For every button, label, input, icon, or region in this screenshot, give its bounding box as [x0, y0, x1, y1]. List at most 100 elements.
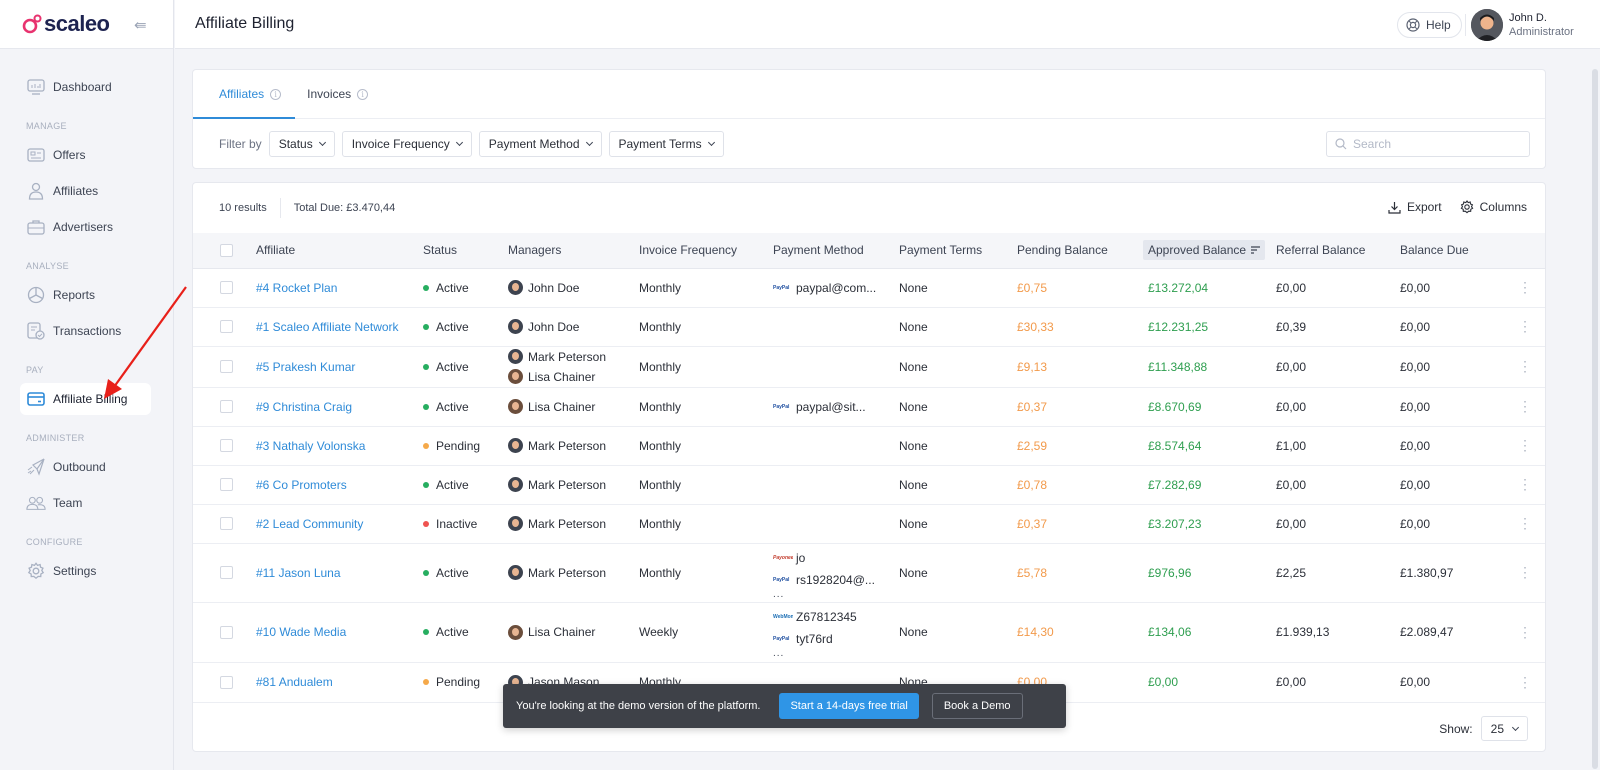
row-checkbox[interactable] [220, 281, 233, 294]
status-filter-dropdown[interactable]: Status [268, 131, 335, 157]
row-actions-kebab-icon[interactable]: ⋮ [1503, 426, 1545, 466]
row-checkbox[interactable] [220, 625, 233, 639]
sidebar-item-label: Dashboard [53, 80, 112, 94]
briefcase-icon [26, 217, 46, 237]
table-row[interactable]: #6 Co Promoters Active Mark Peterson Mon… [193, 465, 1545, 505]
payment-method-filter-dropdown[interactable]: Payment Method [478, 131, 602, 157]
row-checkbox[interactable] [220, 675, 233, 689]
status-dot-icon [423, 323, 429, 330]
row-actions-kebab-icon[interactable]: ⋮ [1503, 602, 1545, 663]
row-checkbox[interactable] [220, 320, 233, 333]
affiliate-link[interactable]: #9 Christina Craig [256, 400, 352, 414]
table-row[interactable]: #3 Nathaly Volonska Pending Mark Peterso… [193, 426, 1545, 466]
info-icon[interactable]: i [270, 88, 282, 100]
brand-name: scaleo [44, 11, 110, 36]
row-checkbox[interactable] [220, 517, 233, 530]
tab-label: Invoices [307, 87, 352, 101]
affiliate-link[interactable]: #4 Rocket Plan [256, 281, 337, 295]
more-payment-methods-icon[interactable]: ... [773, 649, 899, 659]
table-row[interactable]: #1 Scaleo Affiliate Network Active John … [193, 307, 1545, 347]
scaleo-logo[interactable]: scaleo [22, 11, 110, 37]
status-badge: Active [423, 320, 508, 334]
row-checkbox[interactable] [220, 439, 233, 452]
affiliate-link[interactable]: #3 Nathaly Volonska [256, 439, 365, 453]
invoice-frequency-filter-dropdown[interactable]: Invoice Frequency [341, 131, 472, 157]
manager-avatar [508, 624, 523, 640]
page-scrollbar[interactable] [1588, 49, 1600, 770]
affiliate-link[interactable]: #2 Lead Community [256, 517, 363, 531]
referral-balance-cell: £0,00 [1276, 268, 1400, 308]
sidebar-item-outbound[interactable]: Outbound [20, 451, 151, 483]
status-dot-icon [423, 442, 429, 449]
row-actions-kebab-icon[interactable]: ⋮ [1503, 387, 1545, 427]
user-menu[interactable]: John D. Administrator [1471, 9, 1574, 41]
info-icon[interactable]: i [357, 88, 369, 100]
search-input[interactable] [1353, 137, 1523, 151]
select-all-checkbox[interactable] [220, 243, 233, 257]
affiliate-link[interactable]: #6 Co Promoters [256, 478, 347, 492]
export-button[interactable]: Export [1388, 200, 1442, 214]
sidebar-item-reports[interactable]: Reports [20, 279, 151, 311]
payment-terms-filter-dropdown[interactable]: Payment Terms [608, 131, 724, 157]
sidebar-item-transactions[interactable]: Transactions [20, 315, 151, 347]
row-actions-kebab-icon[interactable]: ⋮ [1503, 543, 1545, 603]
affiliate-link[interactable]: #1 Scaleo Affiliate Network [256, 320, 399, 334]
tab-affiliates[interactable]: Affiliates i [192, 70, 296, 119]
affiliate-link[interactable]: #81 Andualem [256, 675, 333, 689]
sorted-column-chip[interactable]: Approved Balance [1143, 240, 1266, 261]
row-actions-kebab-icon[interactable]: ⋮ [1503, 307, 1545, 347]
export-label: Export [1406, 200, 1442, 214]
row-checkbox[interactable] [220, 478, 233, 491]
row-checkbox[interactable] [220, 360, 233, 373]
affiliate-link[interactable]: #11 Jason Luna [256, 566, 341, 580]
pending-balance-cell: £0,37 [1017, 504, 1143, 544]
more-payment-methods-icon[interactable]: ... [773, 589, 899, 599]
column-header-invoice-frequency[interactable]: Invoice Frequency [639, 233, 773, 269]
column-header-managers[interactable]: Managers [508, 233, 639, 269]
sidebar-item-offers[interactable]: Offers [20, 139, 151, 171]
column-header-affiliate[interactable]: Affiliate [256, 233, 423, 269]
table-row[interactable]: #9 Christina Craig Active Lisa Chainer M… [193, 387, 1545, 427]
table-row[interactable]: #10 Wade Media Active Lisa Chainer Weekl… [193, 602, 1545, 663]
table-row[interactable]: #4 Rocket Plan Active John Doe Monthly P… [193, 268, 1545, 308]
managers-cell: John Doe [508, 268, 639, 308]
row-actions-kebab-icon[interactable]: ⋮ [1503, 346, 1545, 388]
row-actions-kebab-icon[interactable]: ⋮ [1503, 465, 1545, 505]
row-actions-kebab-icon[interactable]: ⋮ [1503, 504, 1545, 544]
columns-button[interactable]: Columns [1460, 200, 1527, 214]
sidebar-item-settings[interactable]: Settings [20, 555, 151, 587]
book-demo-button[interactable]: Book a Demo [931, 693, 1023, 719]
column-header-status[interactable]: Status [423, 233, 508, 269]
sidebar-item-team[interactable]: Team [20, 487, 151, 519]
top-header: Affiliate Billing Help John D. Administr… [175, 0, 1600, 49]
row-actions-kebab-icon[interactable]: ⋮ [1503, 662, 1545, 703]
row-actions-kebab-icon[interactable]: ⋮ [1503, 268, 1545, 308]
scrollbar-thumb[interactable] [1592, 69, 1598, 769]
column-header-pending-balance[interactable]: Pending Balance [1017, 233, 1143, 269]
tab-invoices[interactable]: Invoices i [307, 70, 369, 118]
start-free-trial-button[interactable]: Start a 14-days free trial [779, 693, 919, 719]
referral-balance-cell: £0,00 [1276, 465, 1400, 505]
nav-section-title: MANAGE [26, 121, 67, 131]
help-button[interactable]: Help [1397, 12, 1462, 38]
table-row[interactable]: #11 Jason Luna Active Mark Peterson Mont… [193, 543, 1545, 603]
affiliate-link[interactable]: #5 Prakesh Kumar [256, 360, 355, 374]
column-header-payment-method[interactable]: Payment Method [773, 233, 899, 269]
affiliate-link[interactable]: #10 Wade Media [256, 625, 346, 639]
sidebar-item-dashboard[interactable]: Dashboard [20, 71, 151, 103]
table-row[interactable]: #5 Prakesh Kumar Active Mark Peterson Lis… [193, 346, 1545, 388]
managers-cell: Mark Peterson [508, 465, 639, 505]
sidebar-item-affiliates[interactable]: Affiliates [20, 175, 151, 207]
page-size-dropdown[interactable]: 25 [1480, 716, 1528, 741]
column-header-balance-due[interactable]: Balance Due [1400, 233, 1503, 269]
table-row[interactable]: #2 Lead Community Inactive Mark Peterson… [193, 504, 1545, 544]
column-header-payment-terms[interactable]: Payment Terms [899, 233, 1017, 269]
sidebar-item-affiliate-billing[interactable]: Affiliate Billing [20, 383, 151, 415]
column-header-approved-balance[interactable]: Approved Balance [1143, 233, 1276, 269]
column-header-referral-balance[interactable]: Referral Balance [1276, 233, 1400, 269]
sidebar-item-advertisers[interactable]: Advertisers [20, 211, 151, 243]
payment-method-cell: Payoneerjo PayPal rs1928204@...... [773, 543, 899, 603]
row-checkbox[interactable] [220, 566, 233, 579]
row-checkbox[interactable] [220, 400, 233, 413]
collapse-sidebar-icon[interactable]: ⇚ [134, 16, 147, 34]
